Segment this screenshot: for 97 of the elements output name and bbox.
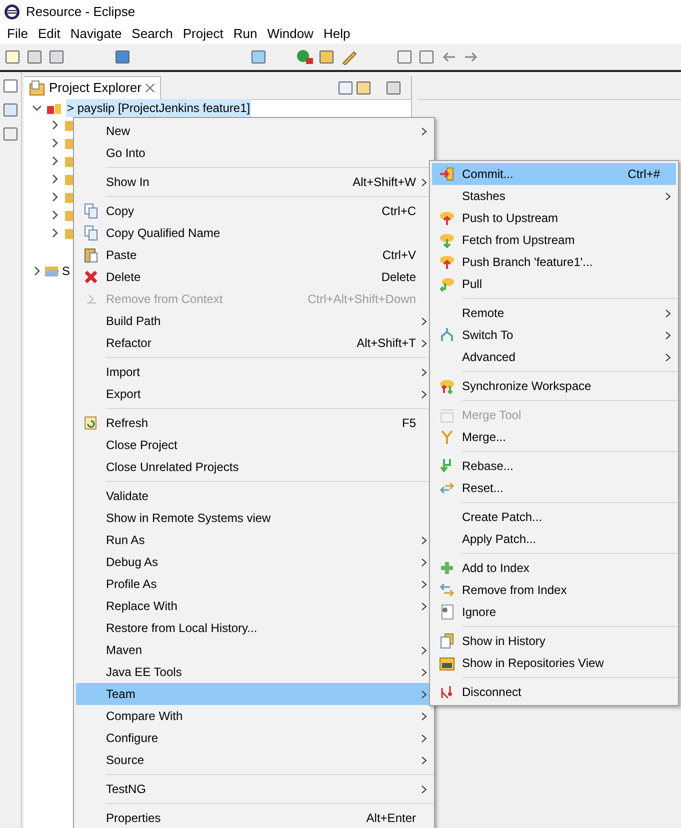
menu-item[interactable]: Configure [76,727,432,749]
menu-item[interactable]: Debug As [76,551,432,573]
view-tab[interactable]: Project Explorer [24,76,162,100]
menu-item[interactable]: Show In Alt+Shift+W [76,171,432,193]
documents-icon [83,225,99,241]
menu-item[interactable]: Build Path [76,310,432,332]
menu-item[interactable]: Maven [76,639,432,661]
menu-item[interactable]: Go Into [76,142,432,164]
menu-bar-item[interactable]: Edit [32,24,66,44]
pencil-icon[interactable] [340,49,358,65]
run-icon[interactable] [296,49,314,65]
swap-arrows-icon [439,480,455,496]
merge-icon [439,429,455,445]
expand-chevron-icon[interactable] [50,138,60,148]
expand-chevron-icon[interactable] [32,266,42,276]
documents-icon [83,203,99,219]
menu-item[interactable]: Create Patch... [432,506,676,528]
branches-icon [439,327,455,343]
menu-item[interactable]: Remote [432,302,676,324]
menu-item[interactable]: Run As [76,529,432,551]
menu-item[interactable]: Pull [432,273,676,295]
cloud-upload-icon [439,210,455,226]
menu-item[interactable]: Close Project [76,434,432,456]
menu-item[interactable]: Delete Delete [76,266,432,288]
menu-item[interactable]: Replace With [76,595,432,617]
menu-item[interactable]: Ignore [432,601,676,623]
menu-bar-item[interactable]: Window [262,24,318,44]
menu-item[interactable]: Java EE Tools [76,661,432,683]
history-icon [439,633,455,649]
menu-item[interactable]: Show in Repositories View [432,652,676,674]
menu-item[interactable]: Refresh F5 [76,412,432,434]
menu-item[interactable]: Copy Ctrl+C [76,200,432,222]
menu-item[interactable]: Profile As [76,573,432,595]
menu-item[interactable]: Remove from Index [432,579,676,601]
menu-item[interactable]: Disconnect [432,681,676,703]
menu-item[interactable]: Advanced [432,346,676,368]
menu-item[interactable]: Push Branch 'feature1'... [432,251,676,273]
menu-item[interactable]: Synchronize Workspace [432,375,676,397]
menu-bar-item[interactable]: Navigate [65,24,127,44]
expand-chevron-icon[interactable] [50,174,60,184]
menu-item[interactable]: Compare With [76,705,432,727]
expand-chevron-icon[interactable] [50,156,60,166]
close-icon[interactable] [145,83,156,93]
menu-item[interactable]: Reset... [432,477,676,499]
open-folder-icon [44,264,60,278]
plus-icon [439,560,455,576]
expand-chevron-icon[interactable] [50,210,60,220]
cloud-upload-icon [439,254,455,270]
tree-item[interactable]: > payslip [ProjectJenkins feature1] [66,99,252,117]
menu-item[interactable]: Paste Ctrl+V [76,244,432,266]
git-repository-icon [439,655,455,671]
window-title: Resource - Eclipse [26,3,136,22]
menu-item[interactable]: Show in Remote Systems view [76,507,432,529]
menu-item[interactable]: Export [76,383,432,405]
ignore-file-icon [439,604,455,620]
menu-item[interactable]: Fetch from Upstream [432,229,676,251]
expand-chevron-icon[interactable] [50,192,60,202]
expand-chevron-icon[interactable] [50,228,60,238]
menu-item[interactable]: Import [76,361,432,383]
menu-item[interactable]: Source [76,749,432,771]
cloud-sync-icon [439,378,455,394]
menu-bar-item[interactable]: Search [126,24,178,44]
refresh-icon [83,415,99,431]
menu-item[interactable]: TestNG [76,778,432,800]
menu-item[interactable]: Apply Patch... [432,528,676,550]
cloud-download-icon [439,232,455,248]
menu-item[interactable]: Push to Upstream [432,207,676,229]
menu-item[interactable]: Merge... [432,426,676,448]
tree-item[interactable]: S [62,262,70,280]
menu-item[interactable]: New [76,120,432,142]
app-logo-icon [4,4,20,20]
swap-arrows-icon [439,582,455,598]
menu-item[interactable]: Show in History [432,630,676,652]
expand-chevron-icon[interactable] [50,120,60,130]
menu-item[interactable]: Restore from Local History... [76,617,432,639]
menu-bar-item[interactable]: Help [318,24,356,44]
menu-item[interactable]: Commit... Ctrl+# [432,163,676,185]
clipboard-icon [83,247,99,263]
menu-bar-item[interactable]: Project [178,24,228,44]
merge-tool-icon [439,407,455,423]
disconnect-icon [439,684,455,700]
menu-item[interactable]: Properties Alt+Enter [76,807,432,828]
cloud-pull-icon [439,276,455,292]
menu-item[interactable]: Validate [76,485,432,507]
menu-item[interactable]: Switch To [432,324,676,346]
menu-item[interactable]: Copy Qualified Name [76,222,432,244]
menu-item[interactable]: Add to Index [432,557,676,579]
delete-icon [83,269,99,285]
menu-bar-item[interactable]: File [2,24,33,44]
expand-chevron-icon[interactable] [32,103,42,113]
menu-item[interactable]: Refactor Alt+Shift+T [76,332,432,354]
menu-item[interactable]: Rebase... [432,455,676,477]
menu-item[interactable]: Stashes [432,185,676,207]
menu-item[interactable]: Team [76,683,432,705]
menu-item[interactable]: Close Unrelated Projects [76,456,432,478]
menu-bar-item[interactable]: Run [228,24,262,44]
commit-icon [439,166,455,182]
